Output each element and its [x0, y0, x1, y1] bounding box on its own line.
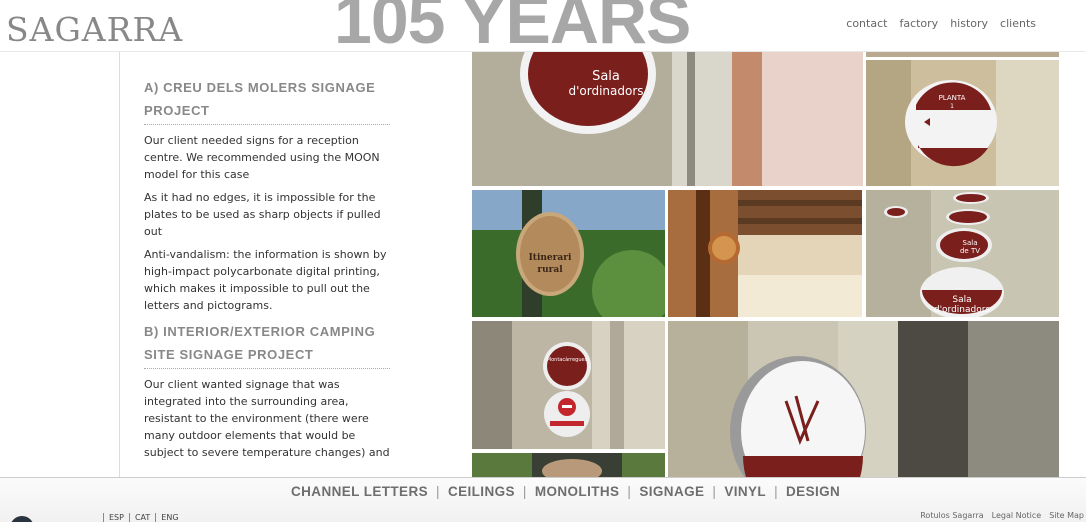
nav-history-link[interactable]: history [950, 17, 988, 30]
sign-text-ordinadors: d'ordinadors [568, 84, 643, 98]
category-nav: CHANNEL LETTERS | CEILINGS | MONOLITHS |… [291, 484, 840, 499]
lang-esp[interactable]: ESP [103, 513, 129, 522]
footer-logo-icon [10, 516, 34, 522]
cat-signage[interactable]: SIGNAGE [639, 484, 704, 499]
sign-text-montacarregues: Montacàrregues [547, 356, 588, 363]
photo-top-strip[interactable] [866, 52, 1059, 57]
cat-separator: | [436, 484, 440, 499]
photo-bedroom-sign[interactable] [668, 190, 862, 317]
sign-text-planta: PLANTA [939, 94, 966, 102]
section-a-title: A) CREU DELS MOLERS SIGNAGE PROJECT [144, 76, 390, 125]
photo-planta-sign[interactable]: PLANTA 1 [866, 60, 1059, 186]
sidebar-divider [119, 52, 120, 478]
cat-separator: | [712, 484, 717, 499]
language-selector: ESP CAT ENG [103, 513, 184, 522]
section-b-title: B) INTERIOR/EXTERIOR CAMPING SITE SIGNAG… [144, 320, 390, 369]
photo-large-round-sign[interactable] [668, 321, 1059, 477]
cat-ceilings[interactable]: CEILINGS [448, 484, 515, 499]
section-a-paragraph-3: Anti-vandalism: the information is shown… [144, 248, 387, 312]
sign-text-ordinadors-2: d'ordinadors [934, 305, 991, 315]
cat-separator: | [774, 484, 779, 499]
site-header: SAGARRA 105 YEARS contact factory histor… [0, 0, 1086, 58]
lang-cat[interactable]: CAT [128, 513, 155, 522]
photo-sala-ordinadors-door[interactable]: Sala d'ordinadors [472, 52, 863, 186]
footer-link-legal[interactable]: Legal Notice [992, 511, 1042, 520]
footer-link-sitemap[interactable]: Site Map [1049, 511, 1084, 520]
nav-factory-link[interactable]: factory [899, 17, 938, 30]
section-b-paragraph-1: Our client wanted signage that was integ… [144, 378, 390, 459]
site-logo[interactable]: SAGARRA [6, 10, 183, 49]
photo-itinerari-rural[interactable]: Itinerari rural [472, 190, 665, 317]
cat-separator: | [522, 484, 527, 499]
lang-eng[interactable]: ENG [155, 513, 183, 522]
sign-text-rural: rural [537, 265, 563, 275]
cat-design[interactable]: DESIGN [786, 484, 840, 499]
footer-links: Rotulos Sagarra Legal Notice Site Map [920, 511, 1084, 520]
photo-sala-tv-signs[interactable]: Sala de TV Sala d'ordinadors [866, 190, 1059, 317]
sign-text-sala: Sala [592, 69, 620, 84]
cat-monoliths[interactable]: MONOLITHS [535, 484, 620, 499]
section-a-paragraph-1: Our client needed signs for a reception … [144, 134, 380, 181]
section-a-paragraph-2: As it had no edges, it is impossible for… [144, 191, 381, 238]
sign-text-sala-2: Sala [952, 295, 971, 305]
nav-clients-link[interactable]: clients [1000, 17, 1036, 30]
project-article: A) CREU DELS MOLERS SIGNAGE PROJECT Our … [144, 52, 394, 478]
top-nav: contact factory history clients [846, 17, 1036, 30]
nav-contact-link[interactable]: contact [846, 17, 887, 30]
sign-text-itinerari: Itinerari [529, 253, 572, 263]
sign-text-planta-number: 1 [950, 103, 954, 110]
site-footer: CHANNEL LETTERS | CEILINGS | MONOLITHS |… [0, 477, 1086, 522]
sign-text-sala-tv-1: Sala [963, 239, 978, 247]
anniversary-banner: 105 YEARS [334, 0, 691, 58]
photo-bottom-strip[interactable] [472, 453, 665, 477]
cat-channel-letters[interactable]: CHANNEL LETTERS [291, 484, 428, 499]
cat-vinyl[interactable]: VINYL [724, 484, 766, 499]
sign-text-sala-tv-2: de TV [960, 247, 980, 255]
photo-montacarregues[interactable]: Montacàrregues [472, 321, 665, 449]
footer-link-rotulos[interactable]: Rotulos Sagarra [920, 511, 983, 520]
cat-separator: | [627, 484, 632, 499]
